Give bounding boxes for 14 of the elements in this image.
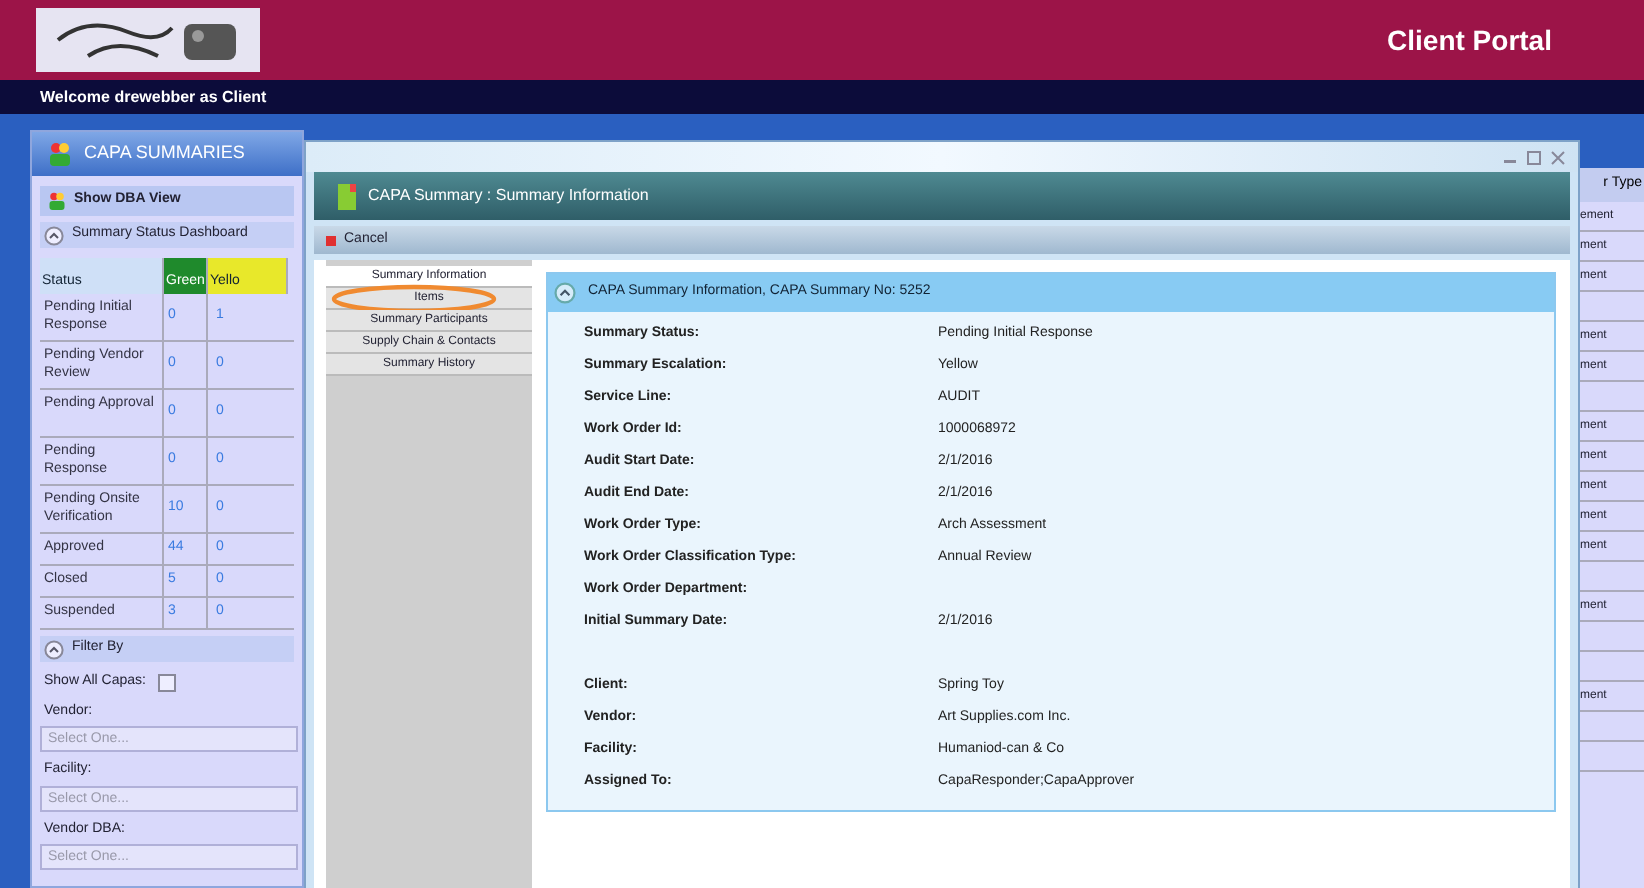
portal-title: Client Portal [1387, 21, 1552, 59]
welcome-text: Welcome drewebber as Client [40, 85, 267, 109]
panel-title: CAPA SUMMARIES [84, 140, 245, 167]
collapse-icon[interactable] [554, 282, 576, 304]
collapse-icon[interactable] [44, 639, 64, 659]
collapse-icon[interactable] [44, 225, 64, 245]
checkbox[interactable] [157, 673, 176, 692]
people-icon [48, 192, 66, 210]
close-icon [326, 235, 336, 245]
close-icon[interactable] [1550, 149, 1566, 165]
dialog-title: CAPA Summary : Summary Information [368, 184, 649, 208]
maximize-icon[interactable] [1526, 149, 1542, 165]
document-icon [338, 183, 356, 209]
people-icon [48, 142, 72, 166]
